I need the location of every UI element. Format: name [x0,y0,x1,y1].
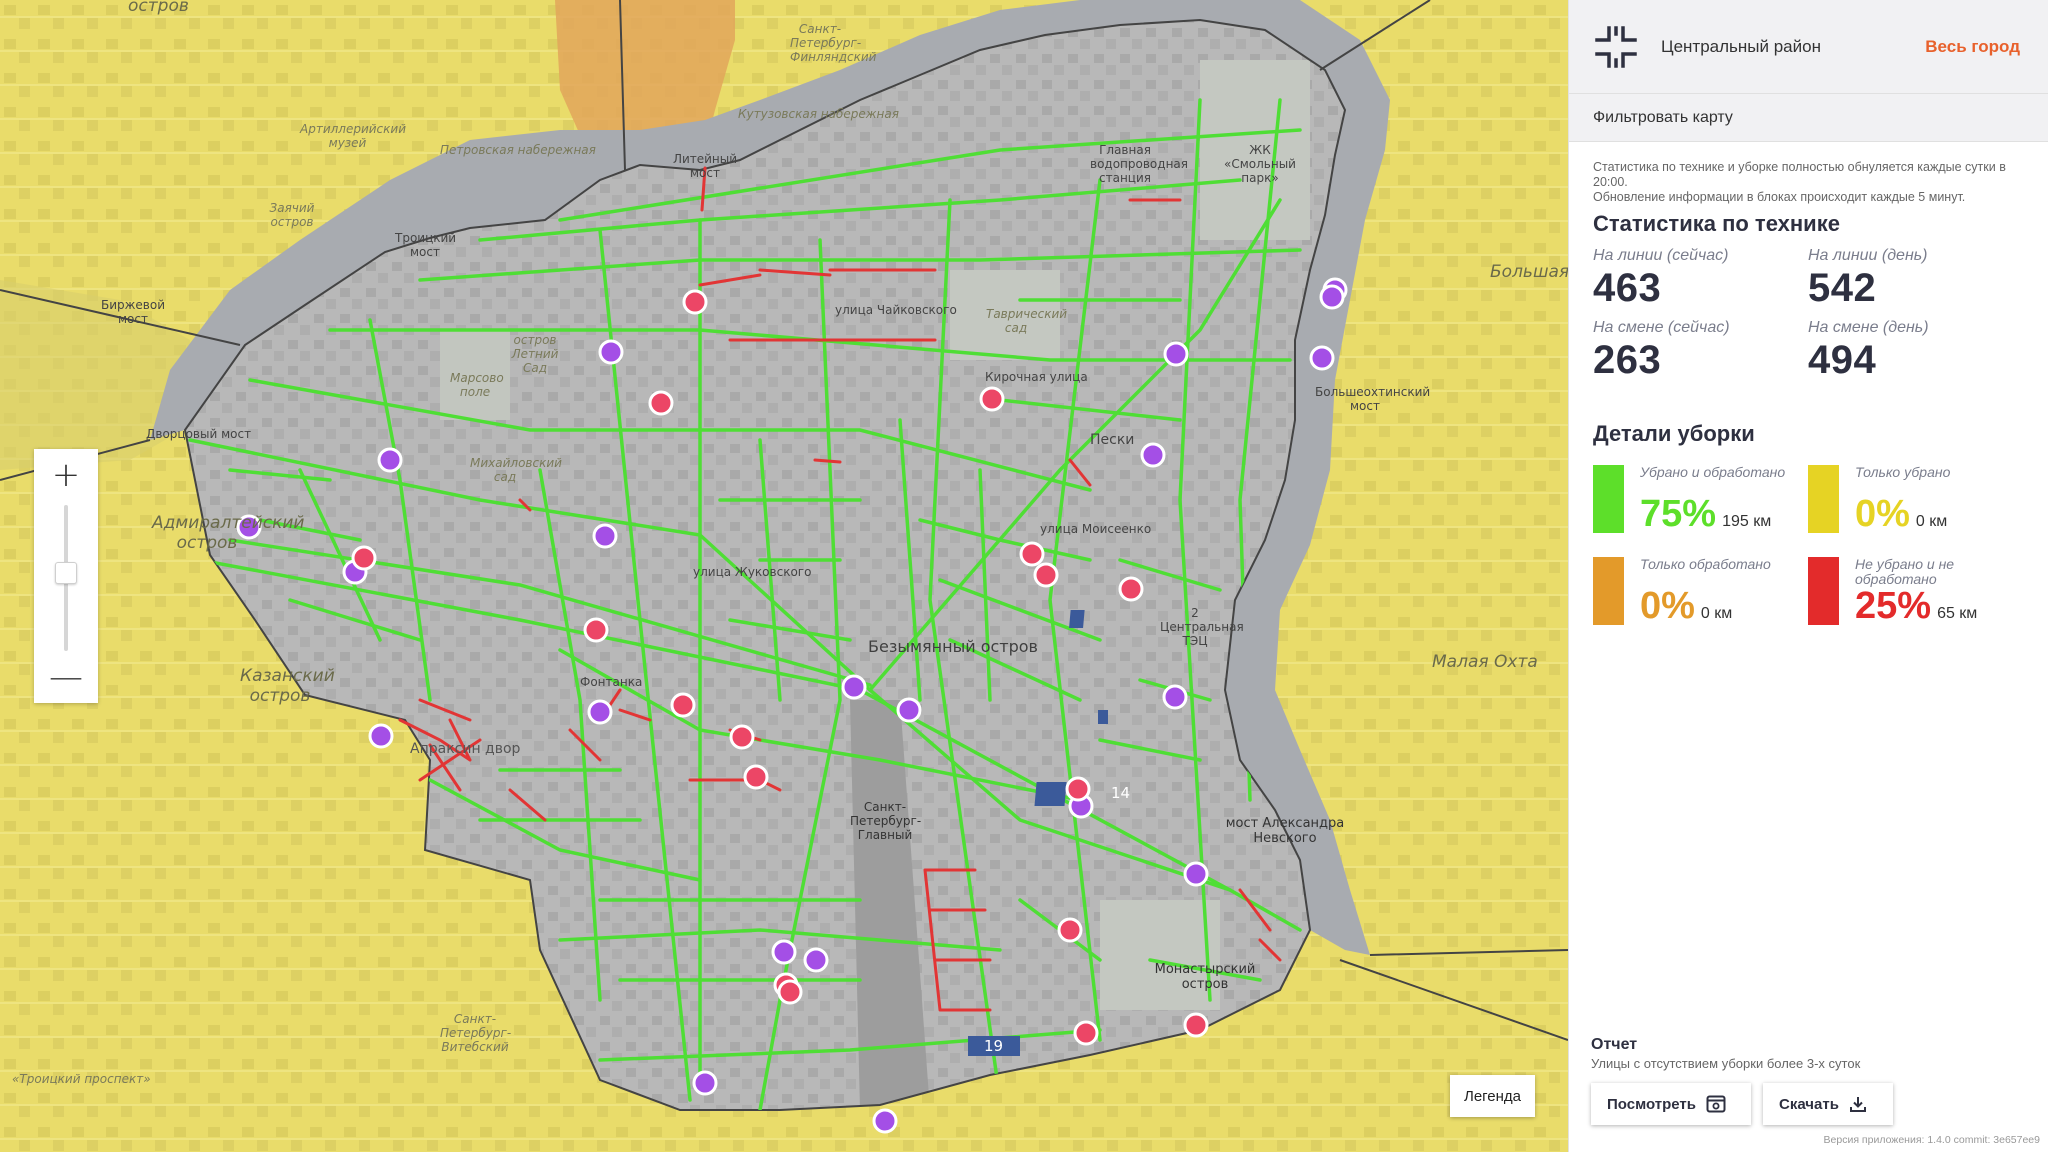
sidebar-header: Центральный район Весь город [1569,0,2048,94]
vehicle-marker-red[interactable] [648,390,674,416]
vehicle-marker-purple[interactable] [368,723,394,749]
vehicle-marker-red[interactable] [729,724,755,750]
stat-on-shift-day: На смене (день) 494 [1808,319,2023,383]
cleaning-label: Только убрано [1855,464,1951,480]
filter-map-button[interactable]: Фильтровать карту [1569,94,2048,142]
download-report-label: Скачать [1779,1095,1839,1113]
vehicle-marker-red[interactable] [1057,917,1083,943]
report-description: Улицы с отсутствием уборки более 3-х сут… [1591,1056,1861,1071]
vehicle-marker-red[interactable] [1019,541,1045,567]
stats-grid: На линии (сейчас) 463 На линии (день) 54… [1593,247,2024,383]
vehicle-marker-purple[interactable] [1162,684,1188,710]
cleaning-percent: 75% [1640,493,1717,535]
cleaning-km: 65 км [1937,605,1978,622]
vehicle-marker-purple[interactable] [803,947,829,973]
stat-label: На линии (сейчас) [1593,247,1729,264]
download-report-button[interactable]: Скачать [1763,1083,1893,1125]
legend-button[interactable]: Легенда [1450,1075,1535,1117]
vehicle-marker-red[interactable] [1073,1020,1099,1046]
vehicle-marker-red[interactable] [583,617,609,643]
cleaning-item-cleaned-only: Только убрано 0% 0 км [1808,465,2023,533]
zoom-control: + — [34,449,98,703]
cleaning-km: 0 км [1700,605,1733,622]
cleaning-item-treated-only: Только обработано 0% 0 км [1593,557,1808,625]
vehicle-marker-purple[interactable] [1309,345,1335,371]
vehicle-marker-purple[interactable] [872,1108,898,1134]
district-name: Центральный район [1661,36,1821,56]
vehicle-marker-purple[interactable] [896,697,922,723]
stat-on-line-day: На линии (день) 542 [1808,247,2023,311]
cleaning-title: Детали уборки [1593,421,1755,446]
zoom-out-button[interactable]: — [34,655,98,699]
shield-19 [968,1036,1020,1056]
vehicle-marker-red[interactable] [1118,576,1144,602]
vehicle-marker-red[interactable] [743,764,769,790]
stat-value: 542 [1808,266,1877,310]
vehicle-marker-purple[interactable] [771,939,797,965]
stat-label: На смене (день) [1808,319,1929,336]
cleaning-label: Убрано и обработано [1640,464,1786,480]
cleaning-km: 195 км [1722,513,1772,530]
view-report-button[interactable]: Посмотреть [1591,1083,1751,1125]
vehicle-marker-purple[interactable] [587,699,613,725]
stat-on-line-now: На линии (сейчас) 463 [1593,247,1808,311]
vehicle-marker-purple[interactable] [377,447,403,473]
cleaning-label: Не убрано и не обработано [1855,556,1955,587]
vehicle-marker-purple[interactable] [692,1070,718,1096]
vehicle-marker-purple[interactable] [592,523,618,549]
zoom-in-button[interactable]: + [34,453,98,497]
map-view[interactable]: 14 19 остров Санкт-Петербург-Финляндский… [0,0,1568,1152]
vehicle-marker-red[interactable] [351,545,377,571]
cleaning-percent: 0% [1640,585,1695,627]
cleaning-label: Только обработано [1640,556,1771,572]
color-swatch [1808,465,1839,533]
report-title: Отчет [1591,1036,1638,1053]
cleaning-item-cleaned-treated: Убрано и обработано 75% 195 км [1593,465,1808,533]
stat-label: На смене (сейчас) [1593,319,1730,336]
vehicle-marker-red[interactable] [777,979,803,1005]
info-note-line-2: Обновление информации в блоках происходи… [1593,190,1966,204]
vehicle-marker-red[interactable] [1183,1012,1209,1038]
vehicle-marker-purple[interactable] [1140,442,1166,468]
color-swatch [1593,465,1624,533]
vehicle-marker-purple[interactable] [1319,284,1345,310]
vehicle-marker-purple[interactable] [841,674,867,700]
vehicle-marker-purple[interactable] [598,339,624,365]
stat-value: 494 [1808,338,1877,382]
vehicle-marker-red[interactable] [670,692,696,718]
vehicle-marker-red[interactable] [1033,562,1059,588]
cleaning-km: 0 км [1915,513,1948,530]
stat-on-shift-now: На смене (сейчас) 263 [1593,319,1808,383]
sidebar: Центральный район Весь город Фильтровать… [1568,0,2048,1152]
info-note: Статистика по технике и уборке полностью… [1593,160,2024,205]
vehicle-marker-purple[interactable] [1183,861,1209,887]
color-swatch [1808,557,1839,625]
cleaning-grid: Убрано и обработано 75% 195 км Только уб… [1593,465,2024,625]
stat-value: 263 [1593,338,1662,382]
view-icon [1706,1095,1726,1113]
vehicle-marker-red[interactable] [682,289,708,315]
cleaning-item-not-cleaned: Не убрано и не обработано 25% 65 км [1808,557,2023,625]
vehicle-marker-purple[interactable] [236,514,262,540]
stats-title: Статистика по технике [1593,211,1840,236]
vehicle-marker-red[interactable] [979,386,1005,412]
color-swatch [1593,557,1624,625]
info-note-line-1: Статистика по технике и уборке полностью… [1593,160,2006,189]
zoom-slider-handle[interactable] [55,562,77,584]
app-logo-icon [1595,25,1637,68]
cleaning-percent: 25% [1855,585,1932,627]
stat-label: На линии (день) [1808,247,1928,264]
vehicle-marker-red[interactable] [1065,776,1091,802]
cleaning-percent: 0% [1855,493,1910,535]
stat-value: 463 [1593,266,1662,310]
app-version: Версия приложения: 1.4.0 commit: 3e657ee… [1823,1134,2040,1146]
sidebar-body: Статистика по технике и уборке полностью… [1569,142,2048,625]
map-canvas[interactable] [0,0,1568,1152]
whole-city-link[interactable]: Весь город [1925,37,2020,57]
report-section: Отчет Улицы с отсутствием уборки более 3… [1591,1036,2031,1125]
vehicle-marker-purple[interactable] [1163,341,1189,367]
download-icon [1849,1097,1866,1112]
shield-14 [1034,782,1067,806]
view-report-label: Посмотреть [1607,1095,1696,1113]
